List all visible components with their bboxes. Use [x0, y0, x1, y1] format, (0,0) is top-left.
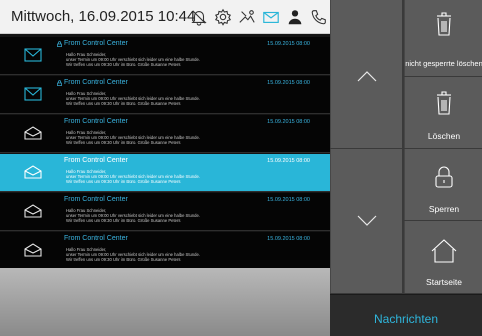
message-row[interactable]: From Control Center 15.09.2015 08:00 Hallo… — [0, 76, 330, 114]
message-row[interactable]: From Control Center 15.09.2015 08:00 Hallo… — [0, 154, 330, 192]
chevron-up-icon — [357, 71, 377, 82]
message-sender: From Control Center — [64, 79, 128, 86]
user-icon[interactable] — [286, 8, 304, 26]
message-row[interactable]: From Control Center 15.09.2015 08:00 Hallo… — [0, 232, 330, 270]
scroll-up-button[interactable] — [330, 0, 402, 148]
lock-icon — [57, 41, 62, 47]
footer-panel — [0, 268, 330, 336]
scroll-down-button[interactable] — [330, 149, 402, 293]
message-sender: From Control Center — [64, 235, 128, 242]
message-preview-line: Wir treffen uns um 09:30 Uhr im Büro. Gr… — [66, 62, 181, 67]
message-timestamp: 15.09.2015 08:00 — [267, 41, 310, 47]
message-preview-line: Wir treffen uns um 09:30 Uhr im Büro. Gr… — [66, 257, 181, 262]
envelope-open-icon — [24, 204, 42, 218]
message-timestamp: 15.09.2015 08:00 — [267, 236, 310, 242]
settings-icon[interactable] — [214, 8, 232, 26]
envelope-open-icon — [24, 165, 42, 179]
trash-icon — [437, 91, 451, 115]
delete-unlocked-label: nicht gesperrte löschen — [405, 59, 482, 68]
message-preview-line: Wir treffen uns um 09:30 Uhr im Büro. Gr… — [66, 218, 181, 223]
home-label: Startseite — [426, 277, 462, 287]
message-preview-line: Wir treffen uns um 09:30 Uhr im Büro. Gr… — [66, 179, 181, 184]
message-timestamp: 15.09.2015 08:00 — [267, 119, 310, 125]
message-list: From Control Center 15.09.2015 08:00 Hallo… — [0, 34, 330, 270]
message-row[interactable]: From Control Center 15.09.2015 08:00 Hallo… — [0, 115, 330, 153]
status-bar: Mittwoch, 16.09.2015 10:44 — [0, 0, 330, 34]
message-preview-line: Wir treffen uns um 09:30 Uhr im Büro. Gr… — [66, 101, 181, 106]
phone-icon[interactable] — [310, 8, 328, 26]
message-preview: Hallo Frau Schneider, unser Termin um 09:… — [66, 52, 306, 67]
message-row[interactable]: From Control Center 15.09.2015 08:00 Hallo… — [0, 193, 330, 231]
delete-label: Löschen — [427, 131, 461, 141]
envelope-open-icon — [24, 243, 42, 257]
delete-unlocked-button[interactable]: nicht gesperrte löschen — [404, 0, 482, 76]
bell-off-icon[interactable] — [190, 8, 208, 26]
lock-icon — [57, 80, 62, 86]
envelope-open-icon — [24, 126, 42, 140]
message-preview: Hallo Frau Schneider, unser Termin um 09:… — [66, 169, 306, 184]
envelope-icon — [24, 87, 42, 101]
intercom-icon[interactable] — [238, 8, 256, 26]
message-sender: From Control Center — [64, 196, 128, 203]
message-timestamp: 15.09.2015 08:00 — [267, 158, 310, 164]
message-timestamp: 15.09.2015 08:00 — [267, 197, 310, 203]
home-button[interactable]: Startseite — [404, 221, 482, 293]
message-row[interactable]: From Control Center 15.09.2015 08:00 Hallo… — [0, 37, 330, 75]
trash-icon — [437, 12, 451, 36]
message-sender: From Control Center — [64, 157, 128, 164]
lock-button[interactable]: Sperren — [404, 149, 482, 220]
lock-label: Sperren — [428, 204, 460, 214]
home-icon — [431, 239, 457, 263]
message-sender: From Control Center — [64, 118, 128, 125]
datetime: Mittwoch, 16.09.2015 10:44 — [11, 8, 196, 25]
message-preview: Hallo Frau Schneider, unser Termin um 09:… — [66, 91, 306, 106]
lock-icon — [435, 166, 453, 188]
message-icon[interactable] — [262, 8, 280, 26]
message-sender: From Control Center — [64, 40, 128, 47]
message-timestamp: 15.09.2015 08:00 — [267, 80, 310, 86]
message-preview: Hallo Frau Schneider, unser Termin um 09:… — [66, 130, 306, 145]
status-icons — [190, 7, 328, 27]
delete-button[interactable]: Löschen — [404, 77, 482, 148]
message-preview-line: Wir treffen uns um 09:30 Uhr im Büro. Gr… — [66, 140, 181, 145]
tab-messages-label: Nachrichten — [373, 312, 439, 326]
message-preview: Hallo Frau Schneider, unser Termin um 09:… — [66, 208, 306, 223]
screen: Mittwoch, 16.09.2015 10:44 From Control … — [0, 0, 482, 336]
chevron-down-icon — [357, 215, 377, 226]
message-preview: Hallo Frau Schneider, unser Termin um 09:… — [66, 247, 306, 262]
tab-messages[interactable]: Nachrichten — [330, 294, 482, 336]
envelope-icon — [24, 48, 42, 62]
